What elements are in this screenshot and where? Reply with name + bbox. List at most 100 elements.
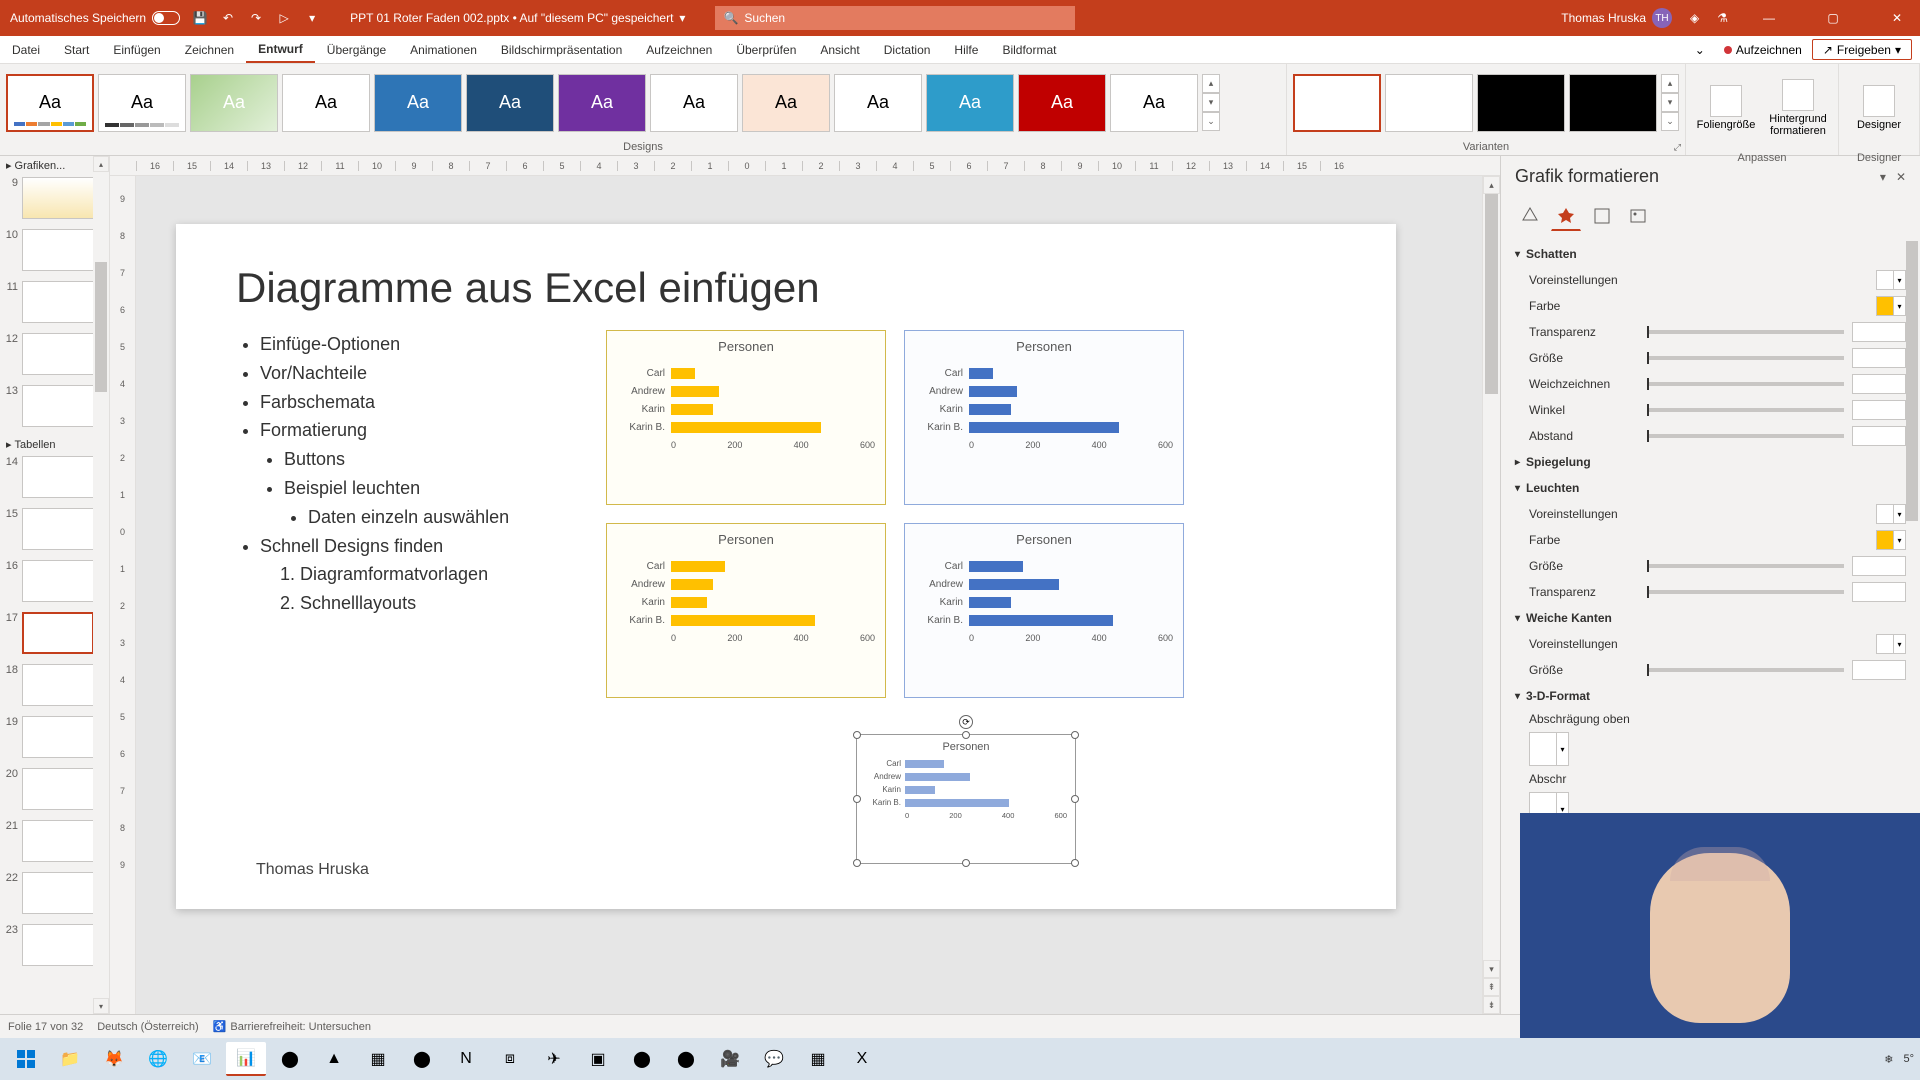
tab-zeichnen[interactable]: Zeichnen [173, 36, 246, 63]
theme-thumb[interactable]: Aa [190, 74, 278, 132]
rotate-handle[interactable]: ⟳ [959, 715, 973, 729]
pane-close-icon[interactable]: ✕ [1896, 170, 1906, 184]
tab-animationen[interactable]: Animationen [398, 36, 489, 63]
tab-aufzeichnen[interactable]: Aufzeichnen [634, 36, 724, 63]
app-icon[interactable]: ⬤ [666, 1042, 706, 1076]
start-from-beginning-icon[interactable]: ▷ [276, 10, 292, 26]
theme-thumb[interactable]: Aa [1018, 74, 1106, 132]
weather-icon[interactable]: ❄ [1884, 1053, 1893, 1066]
resize-handle[interactable] [962, 859, 970, 867]
powerpoint-icon[interactable]: 📊 [226, 1042, 266, 1076]
maximize-button[interactable]: ▢ [1810, 0, 1856, 36]
edge-size-slider[interactable] [1647, 668, 1844, 672]
language-indicator[interactable]: Deutsch (Österreich) [97, 1021, 198, 1033]
preset-dropdown[interactable]: ▾ [1876, 270, 1906, 290]
resize-handle[interactable] [1071, 859, 1079, 867]
outlook-icon[interactable]: 📧 [182, 1042, 222, 1076]
section-spiegelung[interactable]: ▸Spiegelung [1515, 449, 1906, 475]
edge-size-value[interactable] [1852, 660, 1906, 680]
prev-slide-icon[interactable]: ⇞ [1483, 978, 1500, 996]
format-background-button[interactable]: Hintergrund formatieren [1764, 68, 1832, 148]
firefox-icon[interactable]: 🦊 [94, 1042, 134, 1076]
resize-handle[interactable] [853, 859, 861, 867]
theme-thumb[interactable]: Aa [558, 74, 646, 132]
resize-handle[interactable] [962, 731, 970, 739]
explorer-icon[interactable]: 📁 [50, 1042, 90, 1076]
slide-size-button[interactable]: Foliengröße [1692, 68, 1760, 148]
app-icon[interactable]: ⬤ [270, 1042, 310, 1076]
autosave-switch[interactable] [152, 11, 180, 25]
document-title[interactable]: PPT 01 Roter Faden 002.pptx • Auf "diese… [350, 11, 685, 25]
section-3d[interactable]: ▾3-D-Format [1515, 683, 1906, 709]
glow-trans-value[interactable] [1852, 582, 1906, 602]
variant-thumb[interactable] [1477, 74, 1565, 132]
transparency-slider[interactable] [1647, 330, 1844, 334]
size-slider[interactable] [1647, 356, 1844, 360]
theme-thumb[interactable]: Aa [282, 74, 370, 132]
app-icon[interactable]: 💬 [754, 1042, 794, 1076]
excel-icon[interactable]: X [842, 1042, 882, 1076]
zoom-icon[interactable]: 🎥 [710, 1042, 750, 1076]
tab-uebergaenge[interactable]: Übergänge [315, 36, 398, 63]
glow-preset-dropdown[interactable]: ▾ [1876, 504, 1906, 524]
picture-tab-icon[interactable] [1623, 201, 1653, 231]
mini-chart[interactable]: PersonenCarlAndrewKarinKarin B.020040060… [606, 330, 886, 505]
diamond-icon[interactable]: ◈ [1690, 11, 1699, 25]
undo-icon[interactable]: ↶ [220, 10, 236, 26]
variant-thumb[interactable] [1569, 74, 1657, 132]
slide-text[interactable]: Einfüge-Optionen Vor/Nachteile Farbschem… [236, 330, 576, 698]
size-value[interactable] [1852, 348, 1906, 368]
save-icon[interactable]: 💾 [192, 10, 208, 26]
resize-handle[interactable] [853, 731, 861, 739]
size-tab-icon[interactable] [1587, 201, 1617, 231]
section-schatten[interactable]: ▾Schatten [1515, 241, 1906, 267]
theme-thumb[interactable]: Aa [98, 74, 186, 132]
edge-preset-dropdown[interactable]: ▾ [1876, 634, 1906, 654]
share-button[interactable]: ↗Freigeben▾ [1812, 39, 1912, 60]
search-box[interactable]: 🔍 [715, 6, 1075, 30]
pane-dropdown-icon[interactable]: ▾ [1880, 170, 1886, 184]
ribbon-collapse-button[interactable]: ⌄ [1686, 36, 1714, 63]
color-dropdown[interactable]: ▾ [1876, 296, 1906, 316]
app-icon[interactable]: ▣ [578, 1042, 618, 1076]
theme-thumb[interactable]: Aa [6, 74, 94, 132]
thumb-scrollbar[interactable]: ▴▾ [93, 156, 109, 1014]
tab-hilfe[interactable]: Hilfe [942, 36, 990, 63]
obs-icon[interactable]: ⬤ [622, 1042, 662, 1076]
glow-color-dropdown[interactable]: ▾ [1876, 530, 1906, 550]
resize-handle[interactable] [1071, 795, 1079, 803]
theme-thumb[interactable]: Aa [742, 74, 830, 132]
record-button[interactable]: Aufzeichnen [1714, 36, 1812, 63]
slide[interactable]: Diagramme aus Excel einfügen Einfüge-Opt… [176, 224, 1396, 909]
tab-dictation[interactable]: Dictation [872, 36, 943, 63]
variant-thumb[interactable] [1385, 74, 1473, 132]
redo-icon[interactable]: ↷ [248, 10, 264, 26]
section-kanten[interactable]: ▾Weiche Kanten [1515, 605, 1906, 631]
chrome-icon[interactable]: 🌐 [138, 1042, 178, 1076]
app-icon[interactable]: ▦ [358, 1042, 398, 1076]
tab-datei[interactable]: Datei [0, 36, 52, 63]
glow-size-slider[interactable] [1647, 564, 1844, 568]
blur-value[interactable] [1852, 374, 1906, 394]
tab-ueberpruefen[interactable]: Überprüfen [724, 36, 808, 63]
app-icon[interactable]: ▦ [798, 1042, 838, 1076]
close-button[interactable]: ✕ [1874, 0, 1920, 36]
slide-title[interactable]: Diagramme aus Excel einfügen [236, 264, 1336, 312]
tab-einfuegen[interactable]: Einfügen [101, 36, 172, 63]
resize-handle[interactable] [1071, 731, 1079, 739]
accessibility-check[interactable]: ♿Barrierefreiheit: Untersuchen [213, 1020, 371, 1033]
variant-gallery-scroll[interactable]: ▴▾⌄ [1661, 74, 1679, 132]
editor-vscroll[interactable]: ▴▾ ⇞ ⇟ [1482, 176, 1500, 1014]
effects-tab-icon[interactable] [1551, 201, 1581, 231]
slide-counter[interactable]: Folie 17 von 32 [8, 1021, 83, 1033]
variant-thumb[interactable] [1293, 74, 1381, 132]
angle-value[interactable] [1852, 400, 1906, 420]
blur-slider[interactable] [1647, 382, 1844, 386]
user-account[interactable]: Thomas Hruska TH [1561, 8, 1672, 28]
vscode-icon[interactable]: ⧈ [490, 1042, 530, 1076]
designer-button[interactable]: Designer [1845, 68, 1913, 148]
canvas[interactable]: Diagramme aus Excel einfügen Einfüge-Opt… [136, 176, 1482, 1014]
distance-value[interactable] [1852, 426, 1906, 446]
resize-handle[interactable] [853, 795, 861, 803]
distance-slider[interactable] [1647, 434, 1844, 438]
